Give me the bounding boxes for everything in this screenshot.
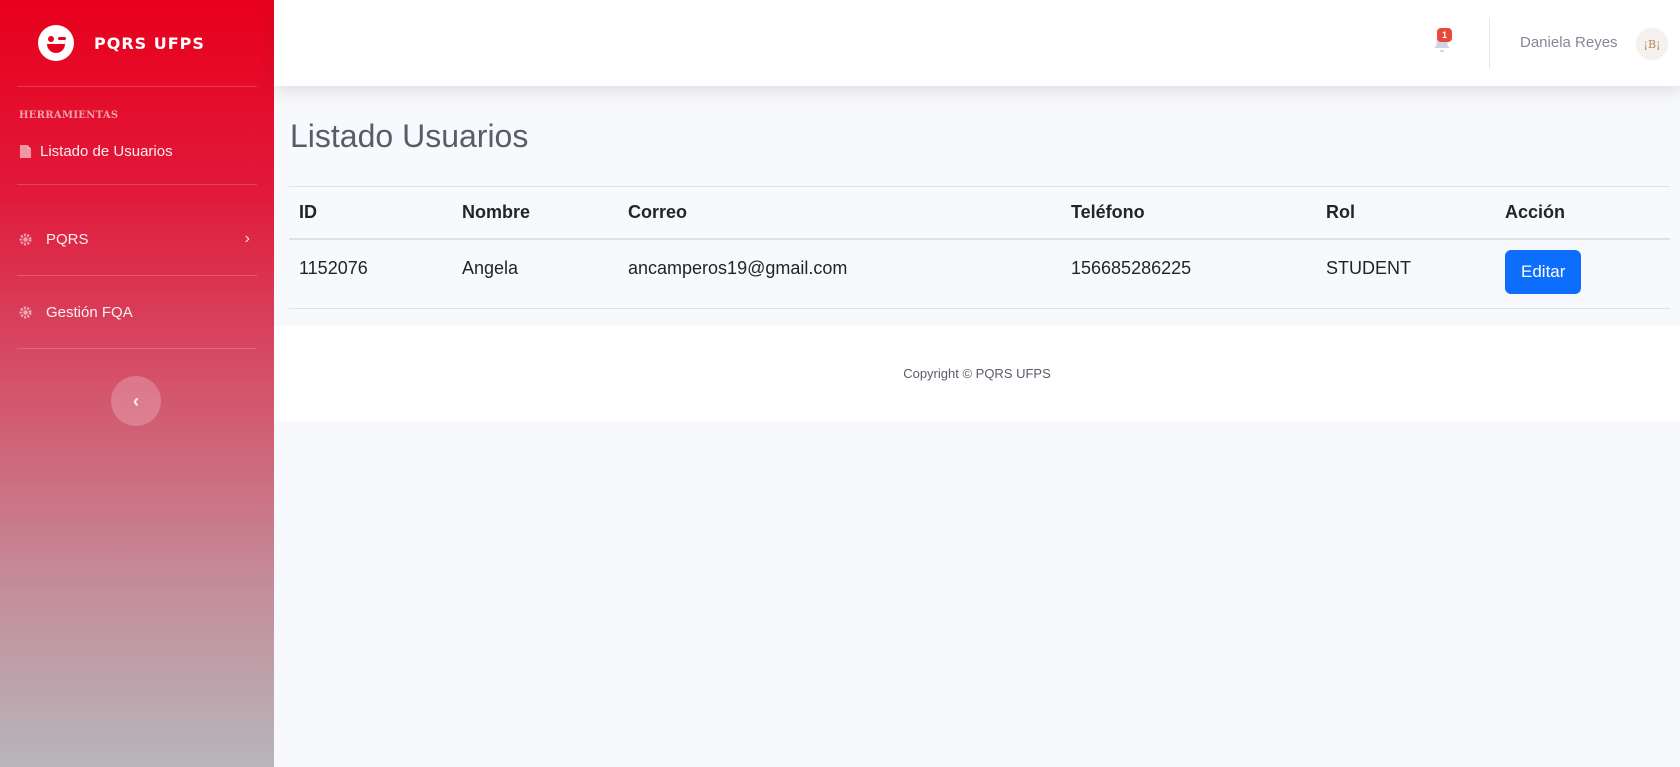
cell-rol: STUDENT	[1316, 238, 1495, 309]
smiley-logo-icon	[38, 25, 74, 61]
sidebar-divider	[17, 348, 257, 349]
brand-name: PQRS UFPS	[94, 33, 205, 53]
sidebar-heading: HERRAMIENTAS	[19, 110, 119, 121]
file-icon	[19, 144, 32, 158]
footer: Copyright © PQRS UFPS	[274, 326, 1680, 421]
column-header-correo: Correo	[618, 186, 1061, 240]
sidebar-item-label: Gestión FQA	[46, 303, 133, 321]
table-header-row: ID Nombre Correo Teléfono Rol Acción	[289, 186, 1670, 240]
topbar: 1 Daniela Reyes ¡B¡	[274, 0, 1680, 86]
notification-badge: 1	[1437, 28, 1453, 42]
sidebar-item-listado-usuarios[interactable]: Listado de Usuarios	[0, 134, 274, 168]
cell-correo: ancamperos19@gmail.com	[618, 238, 1061, 309]
column-header-telefono: Teléfono	[1061, 186, 1316, 240]
sidebar-item-pqrs[interactable]: PQRS ›	[0, 203, 274, 275]
sidebar-item-gestion-fqa[interactable]: Gestión FQA	[0, 276, 274, 348]
avatar-text: ¡B¡	[1643, 37, 1661, 51]
table-row: 1152076 Angela ancamperos19@gmail.com 15…	[289, 238, 1670, 309]
column-header-nombre: Nombre	[452, 186, 618, 240]
cell-telefono: 156685286225	[1061, 238, 1316, 309]
column-header-id: ID	[289, 186, 452, 240]
edit-button[interactable]: Editar	[1505, 249, 1582, 294]
topbar-divider	[1489, 18, 1490, 68]
user-name[interactable]: Daniela Reyes	[1520, 34, 1618, 51]
brand[interactable]: PQRS UFPS	[0, 0, 274, 86]
chevron-left-icon: ‹	[133, 390, 139, 411]
chevron-right-icon: ›	[244, 230, 250, 247]
cell-id: 1152076	[289, 238, 452, 309]
sidebar: PQRS UFPS HERRAMIENTAS Listado de Usuari…	[0, 0, 274, 767]
sidebar-toggle-button[interactable]: ‹	[111, 376, 161, 426]
page-title: Listado Usuarios	[290, 118, 529, 154]
gear-icon	[19, 232, 32, 246]
sidebar-item-label: Listado de Usuarios	[40, 142, 173, 160]
sidebar-divider	[17, 184, 257, 185]
gear-icon	[19, 305, 32, 319]
avatar[interactable]: ¡B¡	[1636, 28, 1668, 60]
column-header-rol: Rol	[1316, 186, 1495, 240]
users-table: ID Nombre Correo Teléfono Rol Acción 115…	[289, 186, 1670, 309]
cell-nombre: Angela	[452, 238, 618, 309]
sidebar-item-label: PQRS	[46, 230, 89, 248]
column-header-accion: Acción	[1495, 186, 1670, 240]
copyright-text: Copyright © PQRS UFPS	[903, 366, 1051, 381]
cell-accion: Editar	[1495, 238, 1670, 309]
